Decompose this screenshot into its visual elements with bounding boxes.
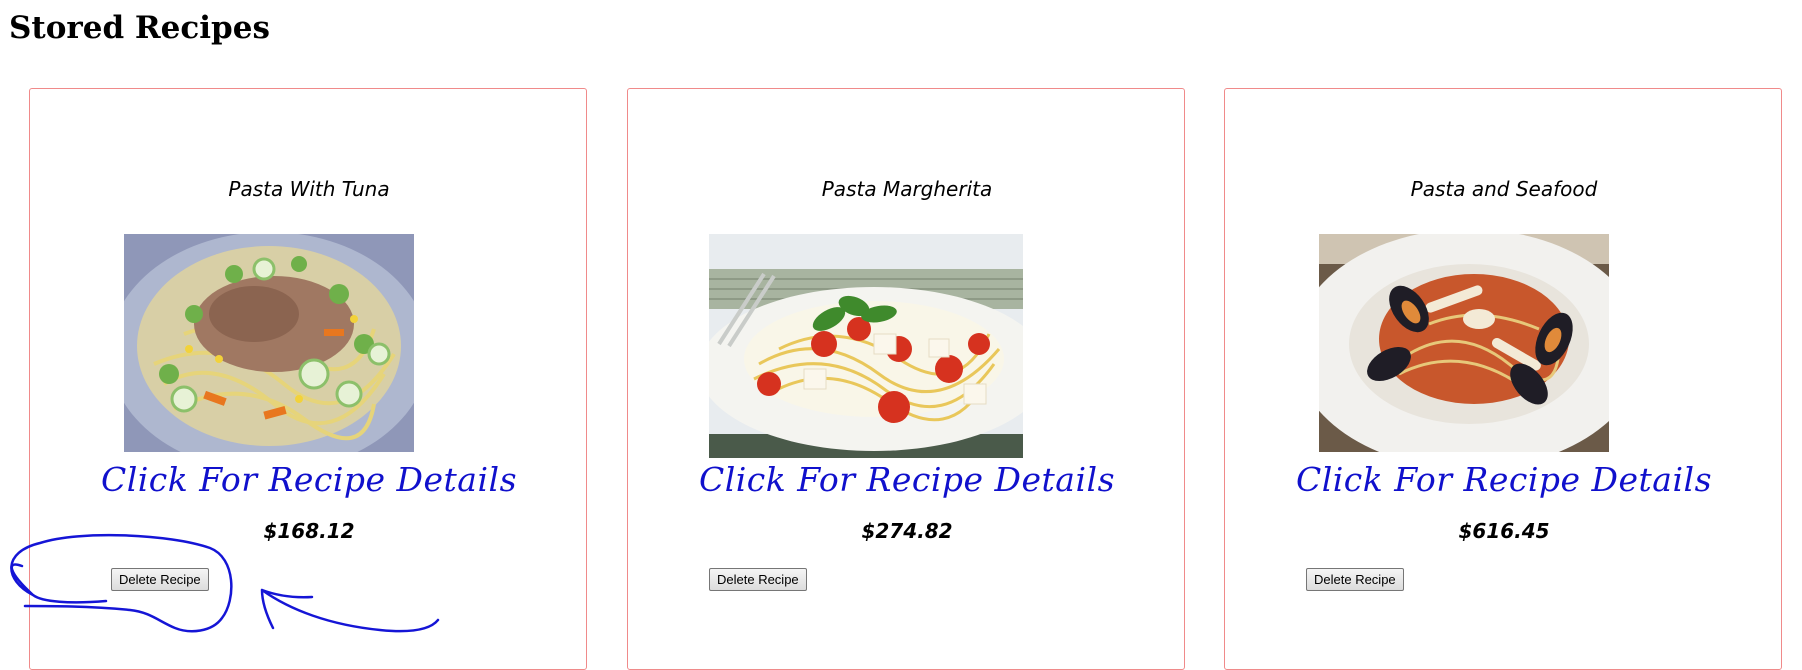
- delete-recipe-button[interactable]: Delete Recipe: [111, 568, 209, 591]
- recipe-price: $274.82: [861, 519, 953, 543]
- pasta-and-seafood-photo-icon: [1319, 234, 1609, 452]
- pasta-margherita-photo-icon: [709, 234, 1023, 458]
- recipe-title: Pasta With Tuna: [228, 177, 390, 201]
- recipe-details-link[interactable]: Click For Recipe Details: [628, 457, 1186, 503]
- recipe-card: Pasta Margherita Click For Recipe Detail…: [627, 88, 1185, 670]
- recipe-card: Pasta With Tuna Click For Recipe Details…: [29, 88, 587, 670]
- delete-recipe-button[interactable]: Delete Recipe: [709, 568, 807, 591]
- recipe-card: Pasta and Seafood Click For Recipe Detai…: [1224, 88, 1782, 670]
- recipe-details-link[interactable]: Click For Recipe Details: [1225, 457, 1783, 503]
- delete-recipe-button[interactable]: Delete Recipe: [1306, 568, 1404, 591]
- recipe-title: Pasta Margherita: [821, 177, 993, 201]
- pasta-with-tuna-photo-icon: [124, 234, 414, 452]
- recipe-price: $616.45: [1458, 519, 1550, 543]
- recipe-details-link[interactable]: Click For Recipe Details: [30, 457, 588, 503]
- recipe-title: Pasta and Seafood: [1410, 177, 1598, 201]
- page-title: Stored Recipes: [9, 10, 270, 46]
- recipe-price: $168.12: [263, 519, 355, 543]
